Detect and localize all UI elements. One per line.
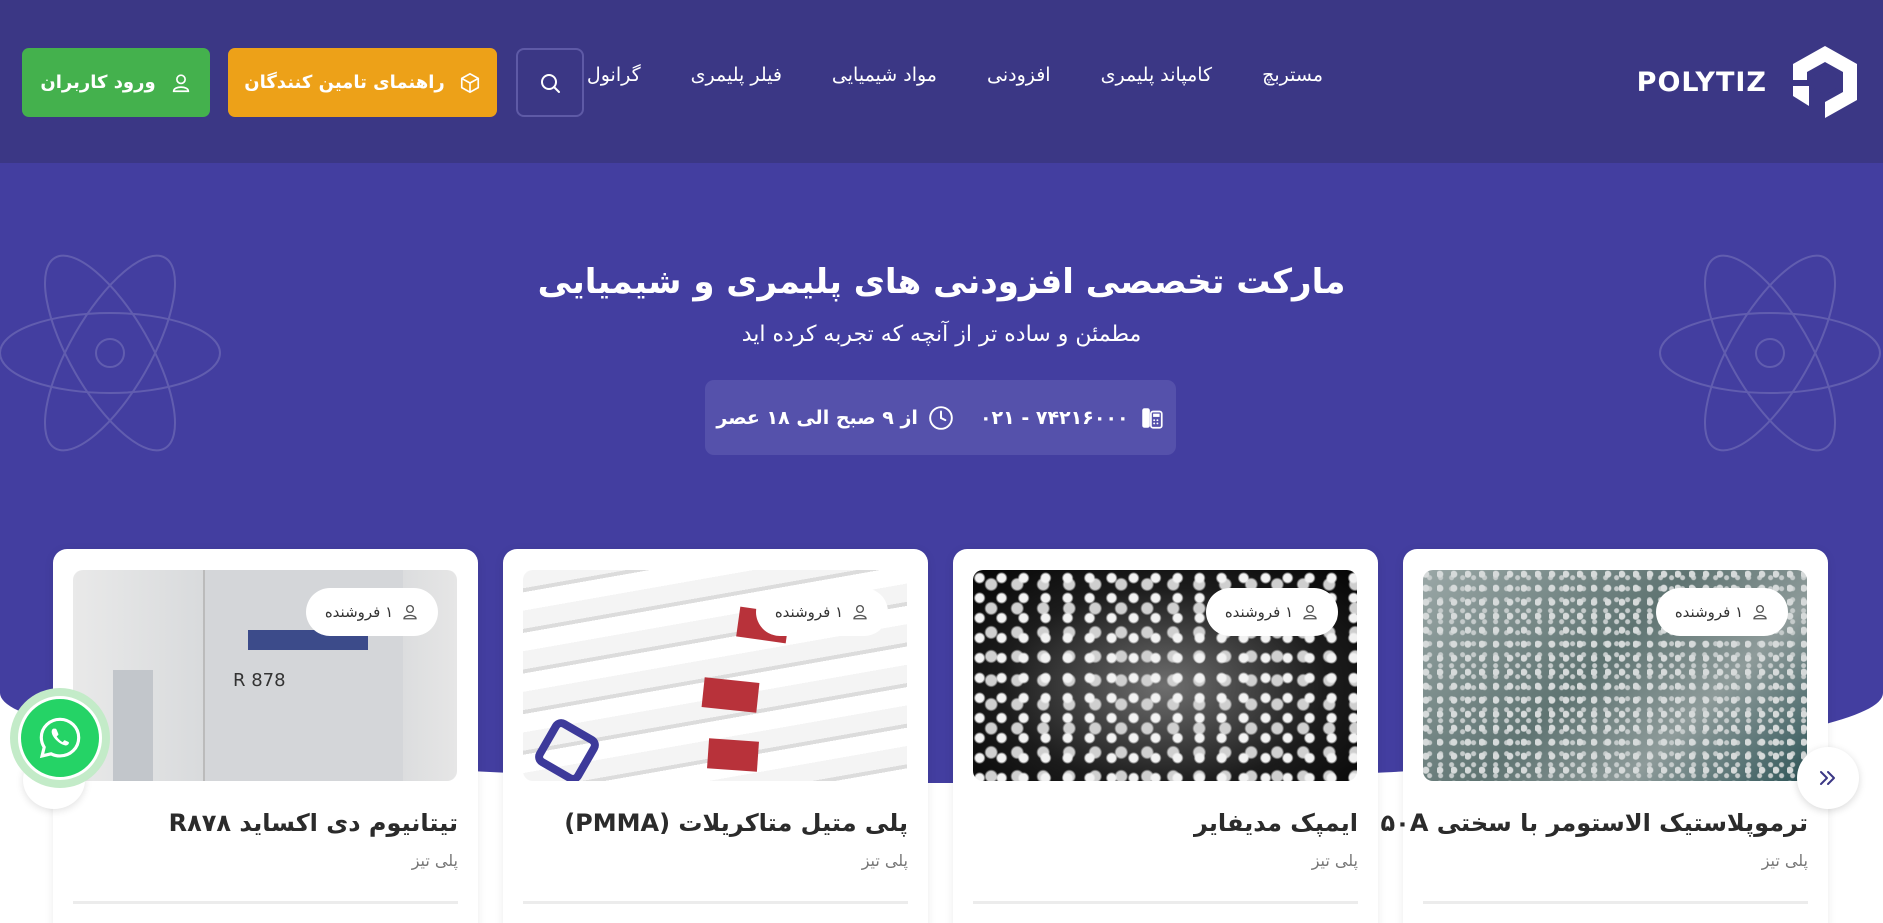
vendor-count-badge: ۱ فروشنده (756, 588, 888, 636)
supplier-guide-label: راهنمای تامین کنندگان (244, 72, 445, 93)
user-icon (403, 604, 417, 620)
nav-additive[interactable]: افزودنی (987, 64, 1051, 86)
main-nav: مستربچ کامپاند پلیمری افزودنی مواد شیمیا… (587, 64, 1323, 86)
vendor-count: ۱ فروشنده (774, 603, 844, 621)
product-card[interactable]: ۱ فروشنده ترموپلاستیک الاستومر با سختی ۵… (1381, 549, 1828, 923)
polytiz-logo-icon (1793, 46, 1857, 118)
supplier-guide-button[interactable]: راهنمای تامین کنندگان (228, 48, 497, 117)
nav-chemicals[interactable]: مواد شیمیایی (832, 64, 937, 86)
vendor-count: ۱ فروشنده (1674, 603, 1744, 621)
card-divider (1423, 901, 1808, 904)
working-hours: از ۹ صبح الی ۱۸ عصر (716, 406, 918, 429)
vendor-count-badge: ۱ فروشنده (306, 588, 438, 636)
hero-title: مارکت تخصصی افزودنی های پلیمری و شیمیایی (537, 262, 1346, 302)
card-divider (973, 901, 1358, 904)
double-chevron-right-icon (1820, 771, 1835, 785)
product-card[interactable]: ۱ فروشنده پلی متیل متاکریلات (PMMA) پلی … (503, 549, 928, 923)
vendor-count-badge: ۱ فروشنده (1656, 588, 1788, 636)
product-brand: پلی تیز (861, 851, 908, 870)
product-title[interactable]: ترموپلاستیک الاستومر با سختی ۵۰A (1381, 809, 1808, 837)
nav-masterbatch[interactable]: مستربچ (1262, 64, 1323, 86)
card-divider (523, 901, 908, 904)
product-brand: پلی تیز (411, 851, 458, 870)
user-icon (172, 73, 189, 92)
vendor-count: ۱ فروشنده (324, 603, 394, 621)
search-icon (541, 73, 560, 93)
card-divider (73, 901, 458, 904)
nav-polymer-filler[interactable]: فیلر پلیمری (691, 64, 782, 86)
product-brand: پلی تیز (1761, 851, 1808, 870)
product-card[interactable]: ۱ فروشنده ایمپک مدیفایر پلی تیز (953, 549, 1378, 923)
nav-granule[interactable]: گرانول (587, 64, 641, 86)
top-header: POLYTIZ مستربچ کامپاند پلیمری افزودنی مو… (0, 0, 1883, 163)
product-title[interactable]: تیتانیوم دی اکساید R۸۷۸ (169, 809, 458, 837)
whatsapp-badge (18, 696, 102, 780)
vendor-count-badge: ۱ فروشنده (1206, 588, 1338, 636)
product-brand: پلی تیز (1311, 851, 1358, 870)
login-button[interactable]: ورود کاربران (22, 48, 210, 117)
vendor-count: ۱ فروشنده (1224, 603, 1294, 621)
hero-subtitle: مطمئن و ساده تر از آنچه که تجربه کرده ای… (741, 322, 1142, 347)
login-label: ورود کاربران (40, 72, 156, 93)
box-icon (460, 72, 479, 93)
nav-polymer-compound[interactable]: کامپاند پلیمری (1101, 64, 1213, 86)
whatsapp-icon (39, 717, 81, 759)
contact-box: ۰۲۱ - ۷۴۲۱۶۰۰۰ از ۹ صبح الی ۱۸ عصر (705, 380, 1176, 455)
phone-info[interactable]: ۰۲۱ - ۷۴۲۱۶۰۰۰ (980, 405, 1165, 431)
user-icon (853, 604, 867, 620)
carousel-next-button[interactable] (1797, 747, 1859, 809)
product-card[interactable]: R 878 ۱ فروشنده تیتانیوم دی اکساید R۸۷۸ … (53, 549, 478, 923)
whatsapp-button[interactable] (10, 688, 110, 788)
site-logo[interactable]: POLYTIZ (1637, 44, 1863, 120)
user-icon (1753, 604, 1767, 620)
phone-number: ۰۲۱ - ۷۴۲۱۶۰۰۰ (979, 406, 1129, 429)
search-button[interactable] (516, 48, 584, 117)
user-icon (1303, 604, 1317, 620)
product-title[interactable]: ایمپک مدیفایر (1194, 809, 1358, 837)
logo-text: POLYTIZ (1636, 66, 1767, 98)
phone-icon (1141, 407, 1163, 429)
hours-info: از ۹ صبح الی ۱۸ عصر (716, 405, 954, 431)
product-title[interactable]: پلی متیل متاکریلات (PMMA) (564, 809, 908, 837)
clock-icon (929, 405, 953, 430)
